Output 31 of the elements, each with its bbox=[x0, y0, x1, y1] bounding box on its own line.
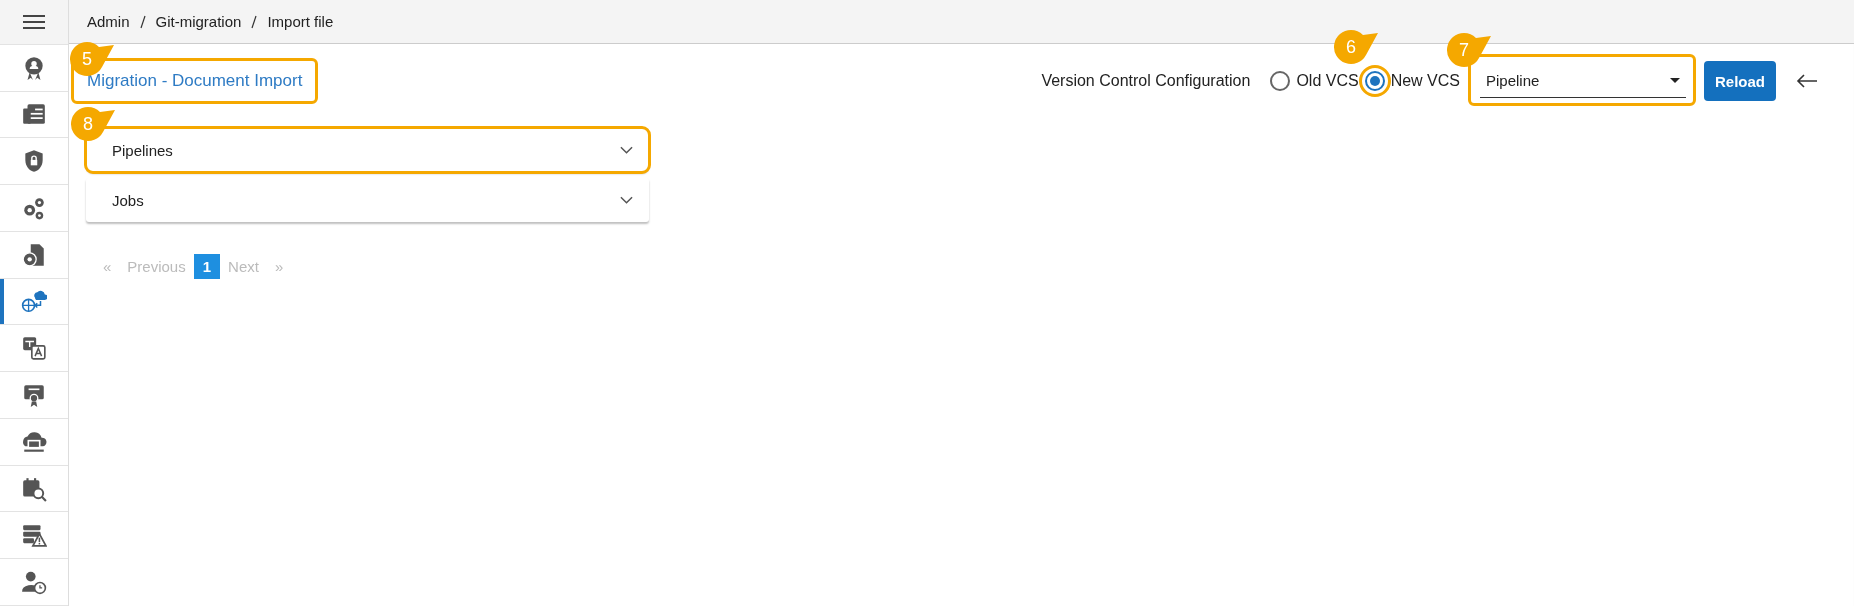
callout-marker: 6 bbox=[1332, 29, 1379, 65]
highlight-ring bbox=[1358, 65, 1391, 97]
radio-button[interactable] bbox=[1364, 71, 1385, 91]
callout-marker: 8 bbox=[70, 106, 116, 142]
back-arrow-icon[interactable] bbox=[1796, 74, 1818, 88]
callout-marker: 7 bbox=[1446, 32, 1492, 68]
certificate-icon bbox=[21, 382, 47, 408]
accordion-title: Pipelines bbox=[112, 141, 173, 159]
menu-icon[interactable] bbox=[23, 13, 45, 30]
globecloud-icon bbox=[21, 288, 47, 315]
slash-icon bbox=[139, 14, 146, 29]
radio-button[interactable] bbox=[1270, 71, 1291, 91]
chevron-icon bbox=[620, 146, 633, 154]
breadcrumb-item[interactable]: Admin bbox=[87, 13, 130, 30]
slash-icon bbox=[251, 14, 258, 29]
radio-label[interactable]: Old VCS bbox=[1296, 72, 1359, 90]
server-icon bbox=[21, 522, 47, 549]
accordion-header[interactable]: Jobs bbox=[86, 178, 649, 222]
breadcrumb-item[interactable]: Git-migration bbox=[155, 13, 242, 30]
breadcrumb-item: Import file bbox=[267, 13, 334, 30]
field-label: Version Control Configuration bbox=[1041, 72, 1251, 90]
calendar-icon bbox=[21, 475, 47, 502]
sidebar-item[interactable] bbox=[0, 278, 68, 326]
translate-icon bbox=[21, 335, 47, 362]
caret-icon bbox=[1670, 78, 1680, 83]
userclock-icon bbox=[21, 569, 47, 596]
docgear-icon bbox=[21, 241, 47, 268]
accordion-title: Jobs bbox=[112, 191, 144, 209]
radio-label[interactable]: New VCS bbox=[1390, 72, 1460, 90]
reload-button[interactable]: Reload bbox=[1704, 61, 1776, 101]
chevron-icon bbox=[620, 196, 633, 204]
